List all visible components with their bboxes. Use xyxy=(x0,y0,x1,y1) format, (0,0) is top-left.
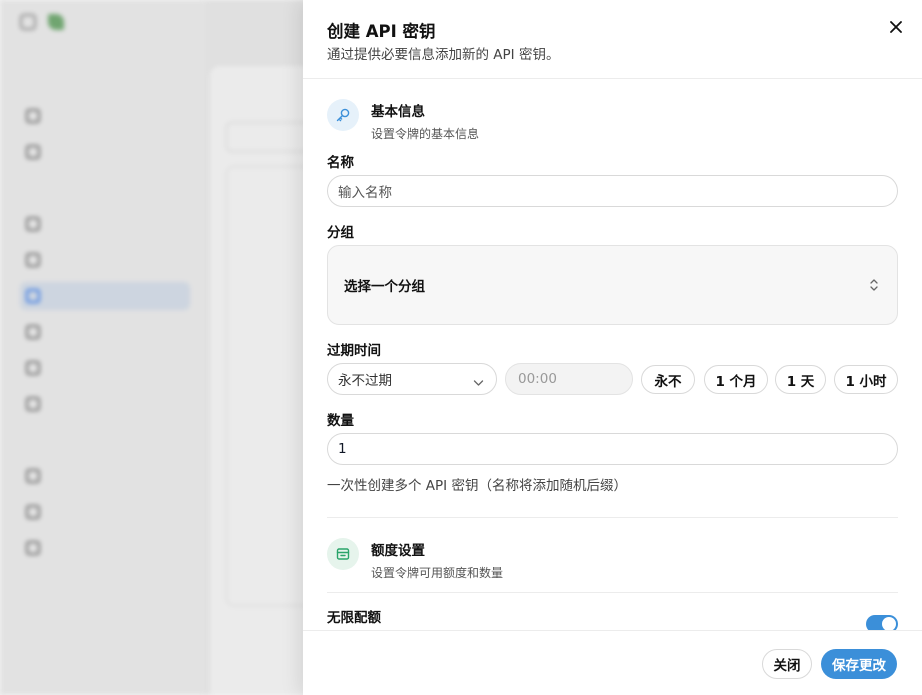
unlimited-quota-label: 无限配额 xyxy=(327,610,381,626)
quota-section-header: 额度设置 设置令牌可用额度和数量 xyxy=(327,538,503,581)
expiration-time-input[interactable]: 00:00 xyxy=(505,363,633,395)
basic-info-section-header: 基本信息 设置令牌的基本信息 xyxy=(327,99,479,142)
key-icon xyxy=(327,99,359,131)
save-changes-button[interactable]: 保存更改 xyxy=(821,649,897,679)
sheet-body: 基本信息 设置令牌的基本信息 名称 输入名称 分组 选择一个分组 过期时间 永不… xyxy=(303,80,922,630)
chevron-up-down-icon xyxy=(869,277,879,297)
expire-1-day-button[interactable]: 1 天 xyxy=(775,365,826,394)
sheet-title: 创建 API 密钥 xyxy=(327,22,436,41)
chevron-down-icon xyxy=(473,375,484,391)
quota-settings-subtitle: 设置令牌可用额度和数量 xyxy=(371,566,504,580)
group-select[interactable]: 选择一个分组 xyxy=(327,245,898,325)
sheet-description: 通过提供必要信息添加新的 API 密钥。 xyxy=(327,47,560,63)
group-select-value: 选择一个分组 xyxy=(344,279,425,295)
name-label: 名称 xyxy=(327,155,354,171)
close-icon[interactable] xyxy=(885,16,907,38)
expire-never-button[interactable]: 永不 xyxy=(641,365,695,394)
unlimited-quota-toggle[interactable] xyxy=(866,615,898,630)
close-button[interactable]: 关闭 xyxy=(762,649,812,679)
name-input[interactable]: 输入名称 xyxy=(327,175,898,207)
wallet-icon xyxy=(327,538,359,570)
toggle-knob xyxy=(882,617,896,630)
expire-1-hour-button[interactable]: 1 小时 xyxy=(834,365,898,394)
quantity-hint: 一次性创建多个 API 密钥（名称将添加随机后缀） xyxy=(327,478,627,494)
expiration-label: 过期时间 xyxy=(327,343,381,359)
create-api-key-sheet: 创建 API 密钥 通过提供必要信息添加新的 API 密钥。 基本信息 设置令牌… xyxy=(303,0,922,695)
quantity-input[interactable]: 1 xyxy=(327,433,898,465)
expiration-select[interactable]: 永不过期 xyxy=(327,363,497,395)
section-divider xyxy=(327,592,898,593)
sheet-header: 创建 API 密钥 通过提供必要信息添加新的 API 密钥。 xyxy=(303,0,922,79)
expire-1-month-button[interactable]: 1 个月 xyxy=(704,365,768,394)
group-label: 分组 xyxy=(327,225,354,241)
section-divider xyxy=(327,517,898,518)
expiration-select-value: 永不过期 xyxy=(338,373,392,389)
basic-info-subtitle: 设置令牌的基本信息 xyxy=(371,127,480,141)
quota-settings-title: 额度设置 xyxy=(371,543,425,559)
sheet-footer: 关闭 保存更改 xyxy=(303,630,922,695)
quantity-label: 数量 xyxy=(327,413,354,429)
basic-info-title: 基本信息 xyxy=(371,104,425,120)
